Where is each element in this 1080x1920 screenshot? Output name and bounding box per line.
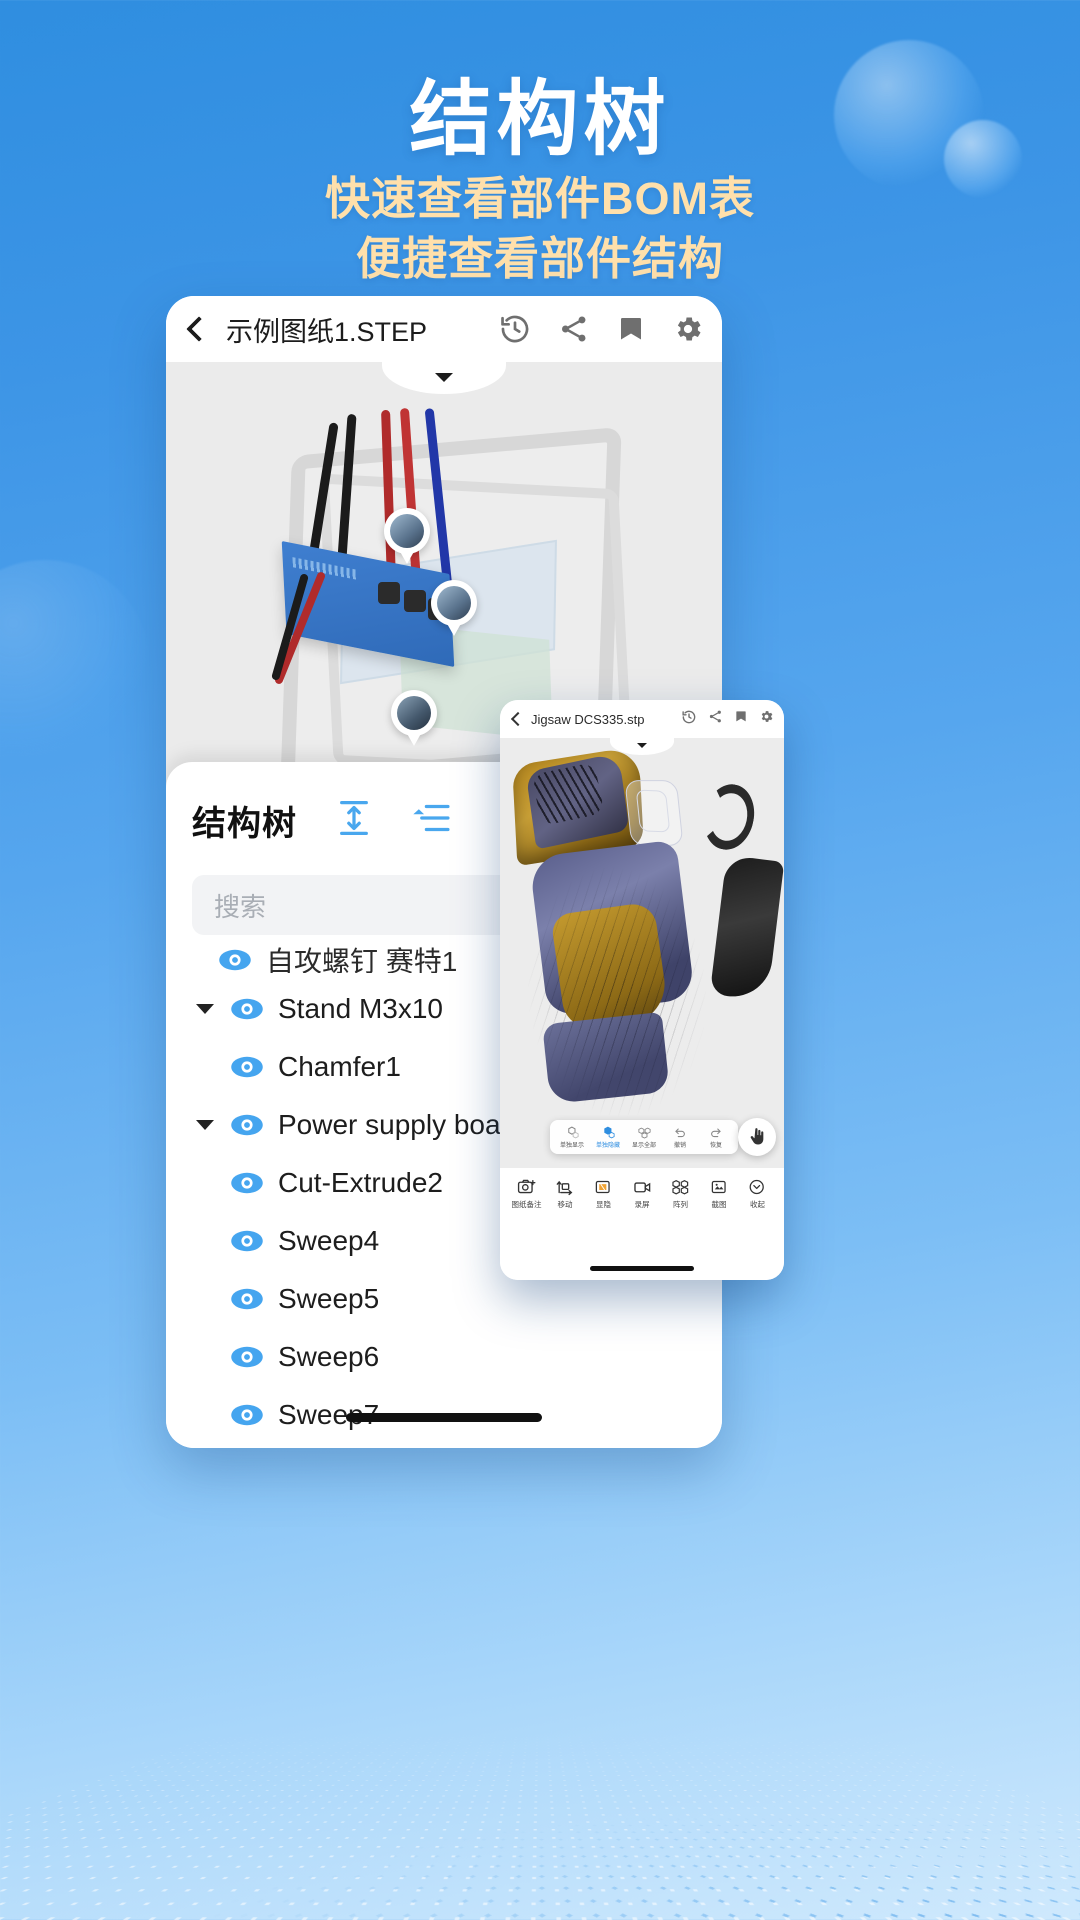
bottom-button-array[interactable]: 阵列 <box>662 1178 699 1210</box>
record-screen-icon <box>633 1182 650 1193</box>
eye-icon[interactable] <box>230 1282 264 1316</box>
collapse-down-icon <box>749 1179 764 1195</box>
home-indicator <box>346 1413 542 1422</box>
eye-icon[interactable] <box>230 1166 264 1200</box>
hide-single-icon <box>603 1126 615 1138</box>
cad-capacitor <box>378 582 400 604</box>
history-icon[interactable] <box>498 312 532 346</box>
hand-pointer-icon[interactable] <box>738 1118 776 1156</box>
gear-icon[interactable] <box>759 709 774 729</box>
tree-row-label: Sweep6 <box>278 1341 380 1372</box>
show-single-icon <box>567 1126 579 1138</box>
eye-icon[interactable] <box>230 1340 264 1374</box>
collapse-list-icon[interactable] <box>411 801 451 840</box>
background-orb-left <box>0 560 150 770</box>
cad-capacitor <box>404 590 426 612</box>
chevron-left-icon[interactable] <box>182 316 208 342</box>
bottom-button-collapse[interactable]: 收起 <box>739 1178 776 1210</box>
header-action-group <box>498 312 704 346</box>
bottom-button-screenshot[interactable]: 截图 <box>701 1178 738 1210</box>
eye-icon[interactable] <box>218 947 252 973</box>
array-icon <box>672 1180 689 1195</box>
marker-pin-icon[interactable] <box>431 580 477 636</box>
bookmark-icon[interactable] <box>734 709 748 729</box>
bottom-button-label: 阵列 <box>673 1200 688 1209</box>
toolbar-label: 撤销 <box>673 1142 686 1149</box>
tree-row-label: Sweep4 <box>278 1225 380 1256</box>
bottom-button-label: 收起 <box>750 1200 765 1209</box>
share-icon[interactable] <box>558 313 590 345</box>
tree-row-label: 自攻螺钉 赛特1 <box>266 947 458 973</box>
toolbar-button-redo[interactable]: 恢复 <box>699 1126 733 1149</box>
toolbar-label: 恢复 <box>709 1142 722 1149</box>
toolbar-button-show-single[interactable]: 单独显示 <box>555 1126 589 1149</box>
bottom-button-drawing-note[interactable]: 图纸备注 <box>508 1178 545 1210</box>
chevron-down-icon[interactable] <box>192 1004 218 1014</box>
subtitle-line-1: 快速查看部件BOM表 <box>325 173 755 224</box>
eye-icon[interactable] <box>230 992 264 1026</box>
tree-row-label: Power supply boa <box>278 1109 501 1140</box>
toolbar-button-undo[interactable]: 撤销 <box>663 1126 697 1149</box>
header-action-group <box>681 709 774 730</box>
tree-row-label: Cut-Extrude2 <box>278 1167 443 1198</box>
chevron-down-icon[interactable] <box>192 1120 218 1130</box>
chevron-left-icon[interactable] <box>508 711 524 727</box>
expand-collapse-icon[interactable] <box>335 798 373 843</box>
eye-icon[interactable] <box>230 1224 264 1258</box>
bottom-button-visibility[interactable]: 显隐 <box>585 1178 622 1210</box>
bottom-button-label: 移动 <box>557 1200 573 1209</box>
structure-tree-title: 结构树 <box>192 805 297 843</box>
bottom-button-move[interactable]: 移动 <box>547 1178 584 1210</box>
cad-jigsaw-panel-inner <box>635 789 671 833</box>
search-placeholder: 搜索 <box>214 891 267 922</box>
page-title: 结构树 <box>409 74 671 165</box>
structure-tree-actions <box>335 798 451 843</box>
tree-row-label: Sweep5 <box>278 1283 380 1314</box>
home-indicator <box>590 1266 694 1271</box>
camera-note-icon <box>517 1179 536 1194</box>
app-header-bar-secondary: Jigsaw DCS335.stp <box>500 700 784 738</box>
toolbar-button-hide-single[interactable]: 单独隐藏 <box>591 1126 625 1149</box>
move-icon <box>556 1180 572 1196</box>
tree-row-label: Stand M3x10 <box>278 993 443 1024</box>
history-icon[interactable] <box>681 709 697 730</box>
bookmark-icon[interactable] <box>616 313 646 345</box>
bottom-button-label: 图纸备注 <box>511 1200 542 1209</box>
bottom-action-bar: 图纸备注 移动 显隐 录屏 阵列 截图 收起 <box>500 1168 784 1280</box>
bottom-button-label: 显隐 <box>596 1200 611 1209</box>
share-icon[interactable] <box>708 709 723 729</box>
toolbar-label: 显示全部 <box>631 1142 656 1149</box>
eye-icon[interactable] <box>230 1108 264 1142</box>
eye-icon[interactable] <box>230 1398 264 1432</box>
tree-row[interactable]: Sweep5 <box>166 1277 722 1321</box>
toolbar-label: 单独显示 <box>559 1142 584 1149</box>
screenshot-icon <box>711 1180 726 1194</box>
model-viewer-canvas-secondary[interactable]: 单独显示 单独隐藏 显示全部 撤销 恢复 <box>500 738 784 1168</box>
marker-pin-icon[interactable] <box>384 508 430 564</box>
phone-mockup-secondary: Jigsaw DCS335.stp 单独显示 单独隐藏 显示全部 撤销 恢复 图… <box>500 700 784 1280</box>
visibility-icon <box>595 1180 610 1194</box>
toolbar-label: 单独隐藏 <box>595 1142 620 1149</box>
show-all-icon <box>637 1127 651 1139</box>
app-header-bar: 示例图纸1.STEP <box>166 296 722 362</box>
tree-row-label: Chamfer1 <box>278 1051 401 1082</box>
tree-row[interactable]: Sweep6 <box>166 1335 722 1379</box>
cad-jigsaw-edge-lines <box>516 831 736 1125</box>
document-title: Jigsaw DCS335.stp <box>531 711 645 727</box>
marker-pin-icon[interactable] <box>391 690 437 746</box>
viewer-float-toolbar: 单独显示 单独隐藏 显示全部 撤销 恢复 <box>550 1120 738 1154</box>
gear-icon[interactable] <box>672 313 704 345</box>
bottom-button-label: 录屏 <box>634 1200 650 1209</box>
background-dot-grid-blue <box>0 1791 1080 1920</box>
redo-icon <box>711 1127 721 1137</box>
bottom-button-label: 截图 <box>711 1200 727 1209</box>
bottom-button-record-screen[interactable]: 录屏 <box>624 1178 661 1210</box>
panel-pull-handle[interactable] <box>382 362 506 394</box>
undo-icon <box>675 1127 685 1137</box>
eye-icon[interactable] <box>230 1050 264 1084</box>
toolbar-button-show-all[interactable]: 显示全部 <box>627 1126 661 1149</box>
subtitle-line-2: 便捷查看部件结构 <box>355 233 724 284</box>
document-title: 示例图纸1.STEP <box>226 316 428 347</box>
